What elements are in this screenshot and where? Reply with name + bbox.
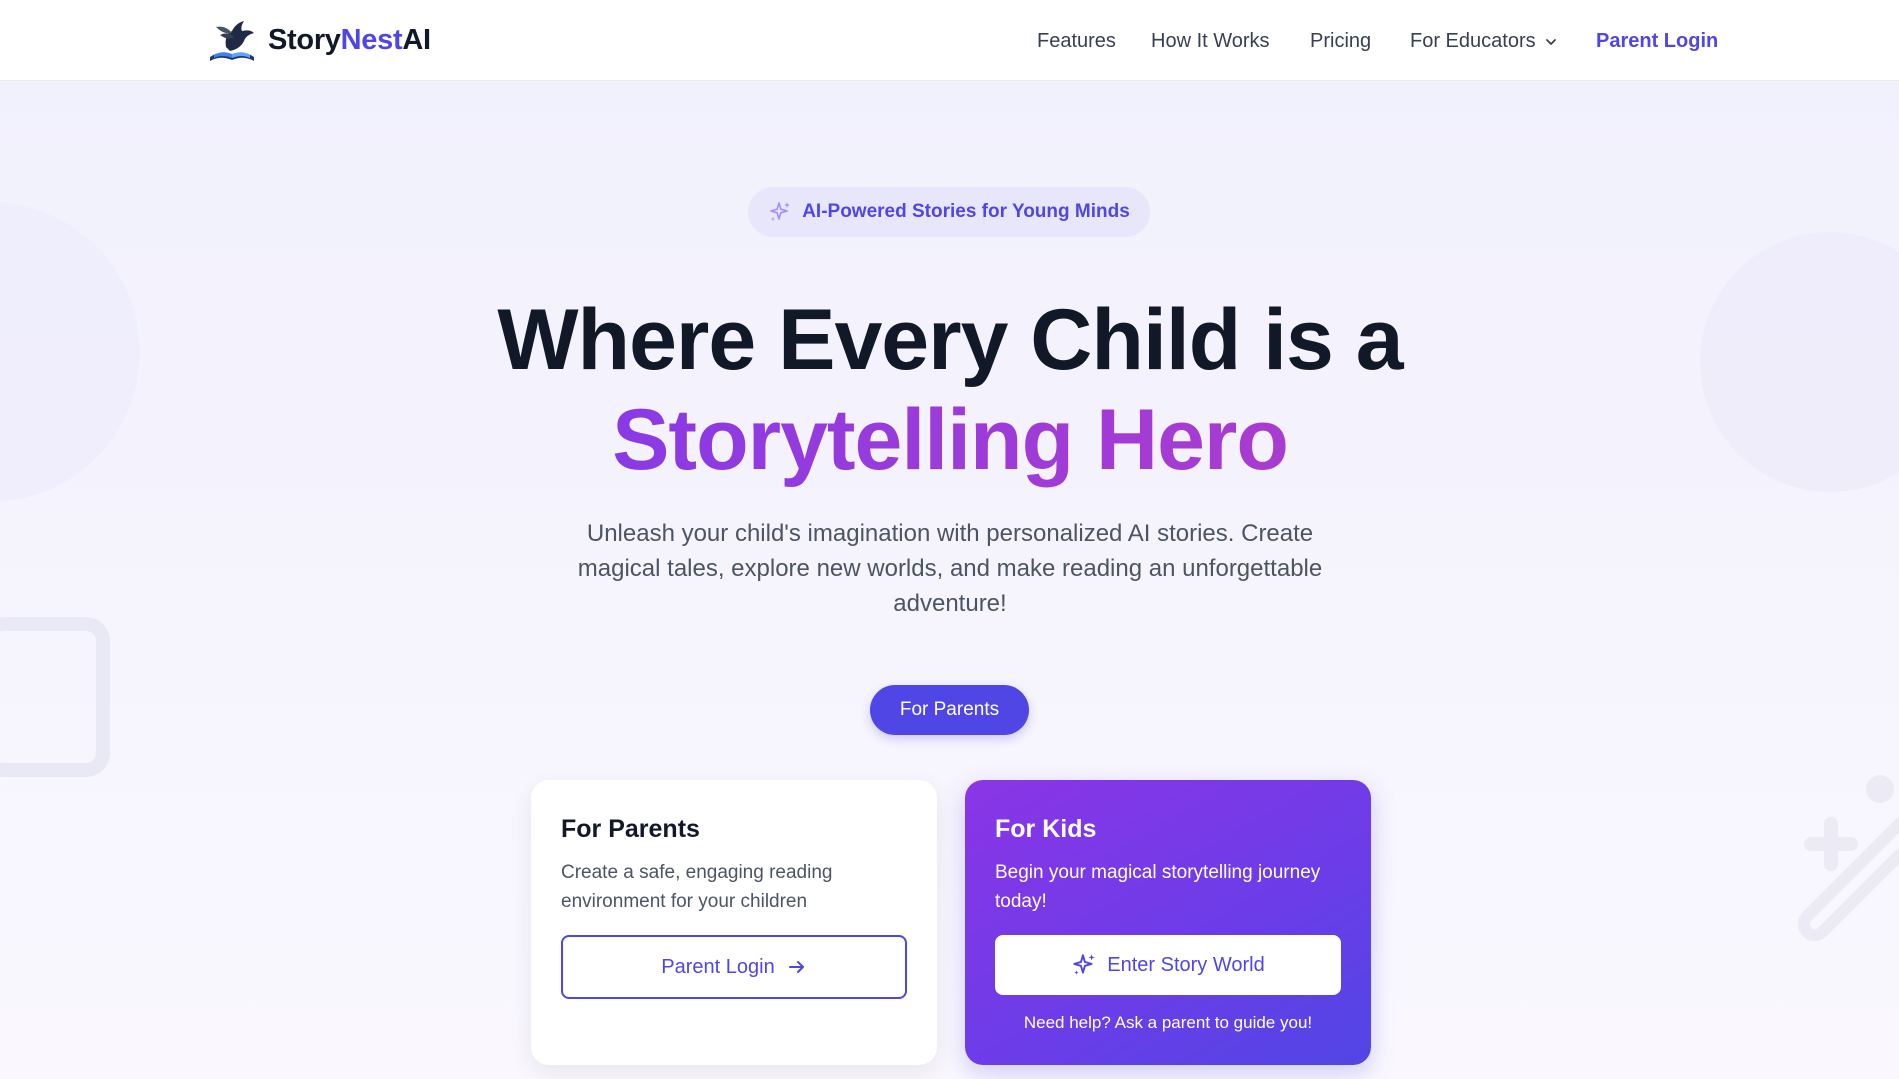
enter-story-world-label: Enter Story World bbox=[1107, 953, 1265, 976]
headline-line-2: Storytelling Hero bbox=[350, 390, 1550, 490]
nav-parent-login[interactable]: Parent Login bbox=[1596, 28, 1718, 54]
parent-login-button[interactable]: Parent Login bbox=[561, 935, 907, 999]
brand-name-nest: Nest bbox=[340, 23, 403, 56]
enter-story-world-button[interactable]: Enter Story World bbox=[995, 935, 1341, 995]
nav-for-educators-label: For Educators bbox=[1410, 30, 1536, 52]
arrow-right-icon bbox=[788, 961, 804, 973]
nav-pricing[interactable]: Pricing bbox=[1310, 28, 1371, 54]
nav-for-educators[interactable]: For Educators bbox=[1410, 28, 1558, 54]
parents-card-description: Create a safe, engaging reading environm… bbox=[561, 862, 833, 912]
kids-card-description: Begin your magical storytelling journey … bbox=[995, 862, 1321, 912]
decorative-wand-shape bbox=[1790, 789, 1899, 949]
for-parents-button[interactable]: For Parents bbox=[870, 685, 1029, 735]
kids-card-title: For Kids bbox=[995, 815, 1097, 843]
sparkles-icon bbox=[770, 202, 791, 221]
decorative-plus bbox=[1804, 837, 1858, 851]
decorative-circle bbox=[1700, 232, 1899, 492]
hero-subtitle: Unleash your child's imagination with pe… bbox=[577, 520, 1323, 617]
headline-line-1: Where Every Child is a bbox=[497, 292, 1403, 388]
brand-logo[interactable]: StoryNestAI bbox=[206, 17, 431, 63]
badge-text: AI-Powered Stories for Young Minds bbox=[802, 201, 1130, 222]
parents-card: For Parents Create a safe, engaging read… bbox=[531, 780, 937, 1065]
hero-badge: AI-Powered Stories for Young Minds bbox=[748, 187, 1150, 237]
kids-help-text: Need help? Ask a parent to guide you! bbox=[1023, 1013, 1313, 1032]
parent-login-button-label: Parent Login bbox=[661, 955, 775, 978]
site-header: StoryNestAI Features How It Works Pricin… bbox=[0, 0, 1899, 81]
nav-how-it-works[interactable]: How It Works bbox=[1151, 28, 1270, 54]
decorative-book-shape bbox=[0, 617, 110, 777]
sparkles-icon bbox=[1073, 954, 1096, 975]
brand-name: StoryNestAI bbox=[268, 24, 431, 57]
kids-card: For Kids Begin your magical storytelling… bbox=[965, 780, 1371, 1065]
brand-name-story: Story bbox=[268, 23, 341, 56]
decorative-dot bbox=[1866, 775, 1894, 803]
hero-headline: Where Every Child is a Storytelling Hero bbox=[350, 290, 1550, 490]
parents-card-title: For Parents bbox=[561, 815, 700, 843]
decorative-circle bbox=[0, 202, 140, 502]
bird-on-book-icon bbox=[210, 21, 254, 61]
nav-features[interactable]: Features bbox=[1037, 28, 1116, 54]
brand-name-ai: AI bbox=[402, 23, 431, 56]
chevron-down-icon bbox=[1545, 38, 1556, 45]
